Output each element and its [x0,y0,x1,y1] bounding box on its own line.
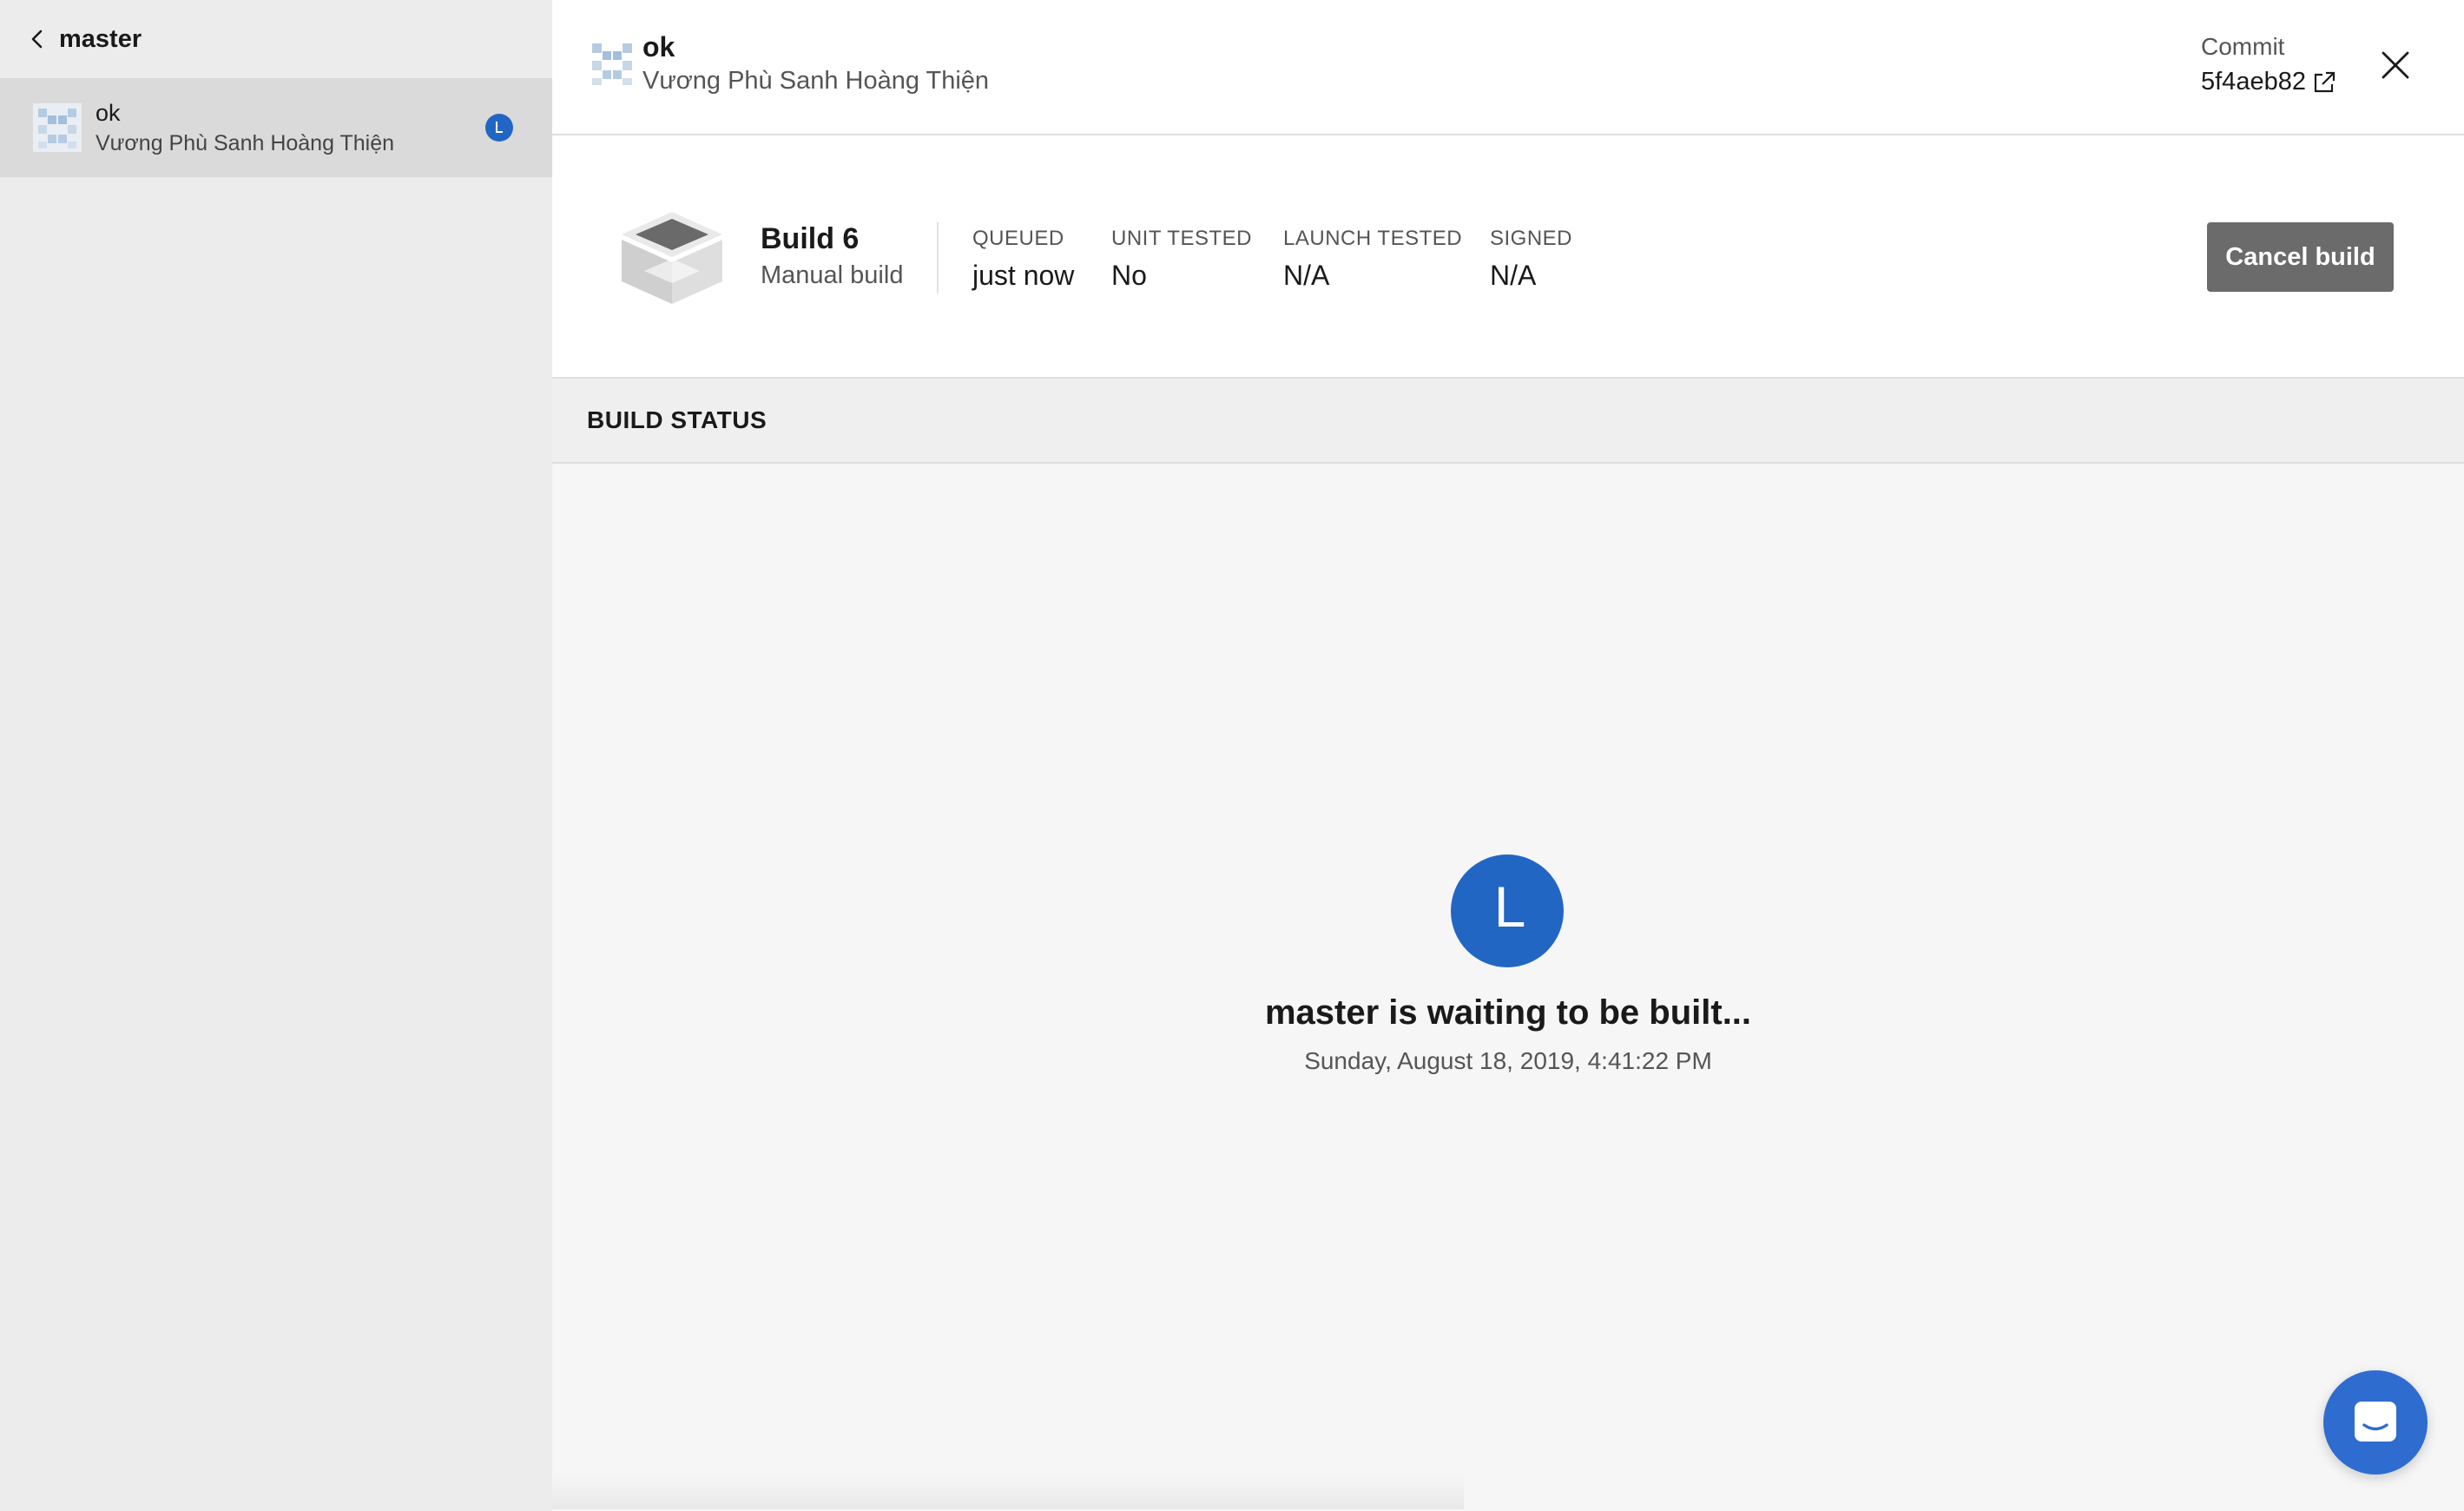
stat-value: just now [972,260,1075,291]
commit-label: Commit [2201,33,2285,60]
chat-launcher-button[interactable] [2323,1370,2428,1475]
stat-value: N/A [1283,260,1330,291]
stat-unit-tested: UNIT TESTED No [1111,226,1252,292]
queued-clock-icon [485,114,513,142]
stat-label: SIGNED [1490,227,1573,250]
divider [937,222,939,294]
commit-list-item[interactable]: ok Vương Phù Sanh Hoàng Thiện [0,78,552,177]
scroll-shadow [552,1475,1464,1509]
stat-label: LAUNCH TESTED [1283,227,1463,250]
close-icon[interactable] [2381,50,2410,80]
chat-icon [2355,1402,2396,1442]
stat-label: UNIT TESTED [1111,227,1252,250]
build-title: Build 6 [761,222,860,255]
commit-author: Vương Phù Sanh Hoàng Thiện [96,131,395,155]
commit-message: ok [96,100,121,126]
avatar [33,103,82,152]
build-subtitle: Manual build [761,261,904,289]
chevron-left-icon[interactable] [28,27,47,51]
stat-launch-tested: LAUNCH TESTED N/A [1283,226,1462,292]
queued-clock-icon: L [1451,854,1564,967]
commit-hash-link[interactable]: 5f4aeb82 [2201,68,2338,96]
section-title: BUILD STATUS [587,406,768,433]
sidebar: master ok Vương Phù Sanh Hoàng Thiện [0,0,552,1511]
build-summary: Build 6 Manual build QUEUED just now UNI… [552,135,2464,379]
stat-label: QUEUED [972,227,1064,250]
commit-author: Vương Phù Sanh Hoàng Thiện [642,67,990,95]
build-box-icon [622,212,722,304]
build-status-header: BUILD STATUS [552,379,2464,464]
page-title: ok [642,31,675,63]
build-detail-panel: ok Vương Phù Sanh Hoàng Thiện Commit 5f4… [552,0,2464,1511]
stat-value: No [1111,260,1147,291]
stat-value: N/A [1490,260,1537,291]
stat-signed: SIGNED N/A [1490,226,1572,292]
avatar [587,38,637,89]
app-window: master ok Vương Phù Sanh Hoàng Thiện ok … [0,0,2464,1511]
cancel-build-button[interactable]: Cancel build [2207,222,2394,292]
status-timestamp: Sunday, August 18, 2019, 4:41:22 PM [1304,1047,1712,1074]
status-message: master is waiting to be built... [1264,993,1752,1032]
commit-hash[interactable]: 5f4aeb82 [2201,68,2306,96]
build-status-body: L master is waiting to be built... Sunda… [552,464,2464,1509]
commit-header: ok Vương Phù Sanh Hoàng Thiện Commit 5f4… [552,0,2464,135]
external-link-icon[interactable] [2310,69,2338,96]
branch-name: master [59,24,142,53]
stat-queued: QUEUED just now [972,226,1074,292]
back-to-branch-button[interactable]: master [0,0,552,78]
avatar-letter: L [1494,874,1526,939]
